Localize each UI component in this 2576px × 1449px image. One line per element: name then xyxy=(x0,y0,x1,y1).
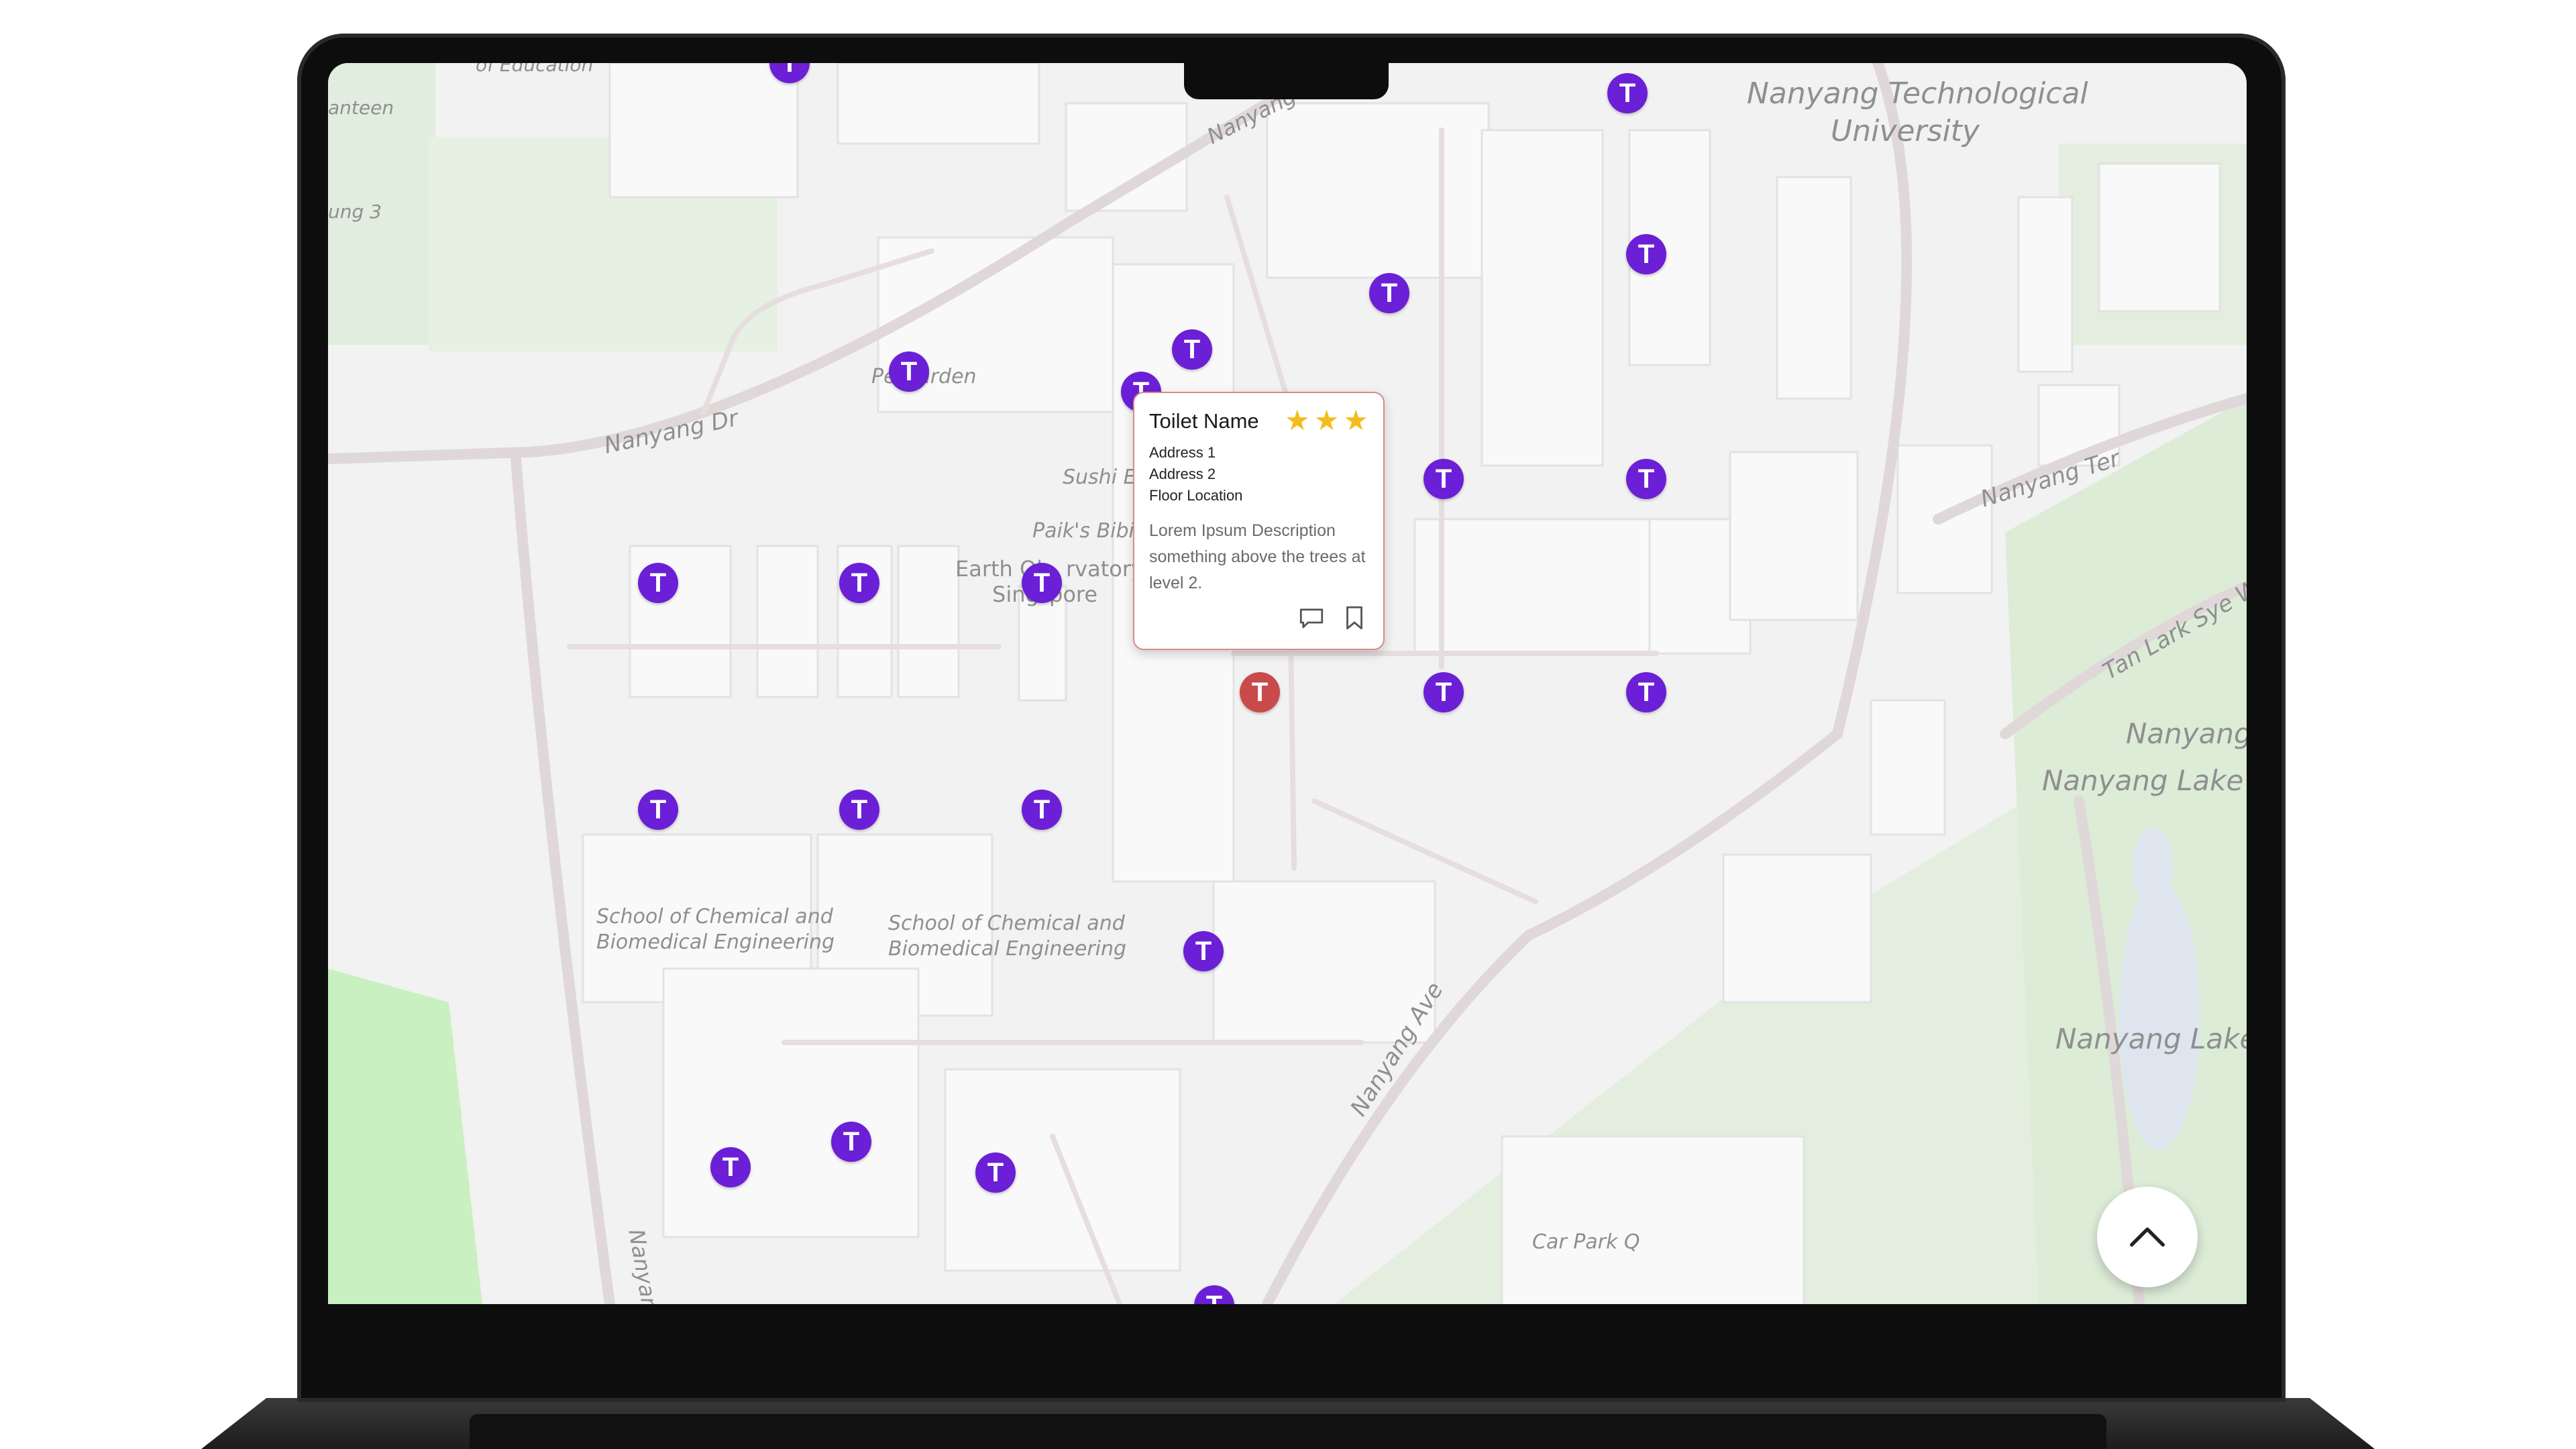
toilet-pin[interactable]: T xyxy=(1022,790,1062,830)
floor-location: Floor Location xyxy=(1149,487,1243,504)
label-building: Biomedical Engineering xyxy=(888,937,1127,961)
keyboard-strip xyxy=(470,1414,2106,1449)
toilet-pin[interactable]: T xyxy=(1183,931,1224,971)
label-lake: Nanyang Lake xyxy=(2055,1022,2247,1055)
label-place: anteen xyxy=(328,97,394,119)
star-icon: ★ xyxy=(1285,405,1310,436)
toilet-pin[interactable]: T xyxy=(1172,329,1212,370)
toilet-pin[interactable]: T xyxy=(1626,234,1666,274)
map-canvas[interactable] xyxy=(328,63,2247,1304)
toilet-name: Toilet Name xyxy=(1149,409,1259,433)
label-building: School of Chemical and xyxy=(596,905,833,928)
address-line-2: Address 2 xyxy=(1149,466,1216,482)
toilet-pin[interactable]: T xyxy=(975,1152,1016,1193)
label-place: rvatory xyxy=(1066,556,1144,582)
camera-notch xyxy=(1184,63,1389,99)
toilet-pin[interactable]: T xyxy=(839,563,879,603)
label-lake: Nanyang Lake xyxy=(2042,764,2244,797)
comment-icon[interactable] xyxy=(1297,604,1326,635)
park-area xyxy=(328,969,482,1304)
toilet-pin[interactable]: T xyxy=(1369,273,1409,313)
toilet-pin-selected[interactable]: T xyxy=(1240,672,1280,712)
scroll-up-button[interactable] xyxy=(2097,1187,2198,1287)
label-place: of Education xyxy=(476,63,594,76)
rating-stars: ★ ★ ★ xyxy=(1285,407,1368,435)
toilet-pin[interactable]: T xyxy=(1626,672,1666,712)
toilet-pin[interactable]: T xyxy=(839,790,879,830)
toilet-pin[interactable]: T xyxy=(1424,459,1464,499)
toilet-pin[interactable]: T xyxy=(1424,672,1464,712)
label-ntu: Nanyang Technological xyxy=(1747,76,2088,111)
star-icon: ★ xyxy=(1343,405,1368,436)
label-lake: Nanyang L xyxy=(2126,717,2247,750)
toilet-pin[interactable]: T xyxy=(638,563,678,603)
toilet-pin[interactable]: T xyxy=(831,1122,871,1162)
lake xyxy=(2133,828,2173,908)
toilet-info-popup[interactable]: Toilet Name ★ ★ ★ Address 1 Address 2 Fl… xyxy=(1133,392,1385,650)
toilet-pin[interactable]: T xyxy=(889,352,929,392)
map-screen[interactable]: Nanyang Technological University Nanyang… xyxy=(328,63,2247,1304)
label-building: Biomedical Engineering xyxy=(596,930,835,954)
label-building: School of Chemical and xyxy=(888,912,1125,935)
toilet-pin[interactable]: T xyxy=(1022,563,1062,603)
toilet-pin[interactable]: T xyxy=(1626,459,1666,499)
toilet-pin[interactable]: T xyxy=(1607,73,1648,113)
label-carpark: Car Park Q xyxy=(1532,1230,1640,1254)
address-line-1: Address 1 xyxy=(1149,444,1216,461)
lake xyxy=(2119,881,2200,1150)
toilet-pin[interactable]: T xyxy=(710,1147,751,1187)
label-ntu: University xyxy=(1831,114,1980,148)
bookmark-icon[interactable] xyxy=(1340,604,1368,635)
toilet-pin[interactable]: T xyxy=(638,790,678,830)
star-icon: ★ xyxy=(1313,405,1340,436)
chevron-up-icon xyxy=(2130,1227,2165,1247)
toilet-description: Lorem Ipsum Description something above … xyxy=(1149,521,1366,592)
label-place: ung 3 xyxy=(328,201,382,223)
